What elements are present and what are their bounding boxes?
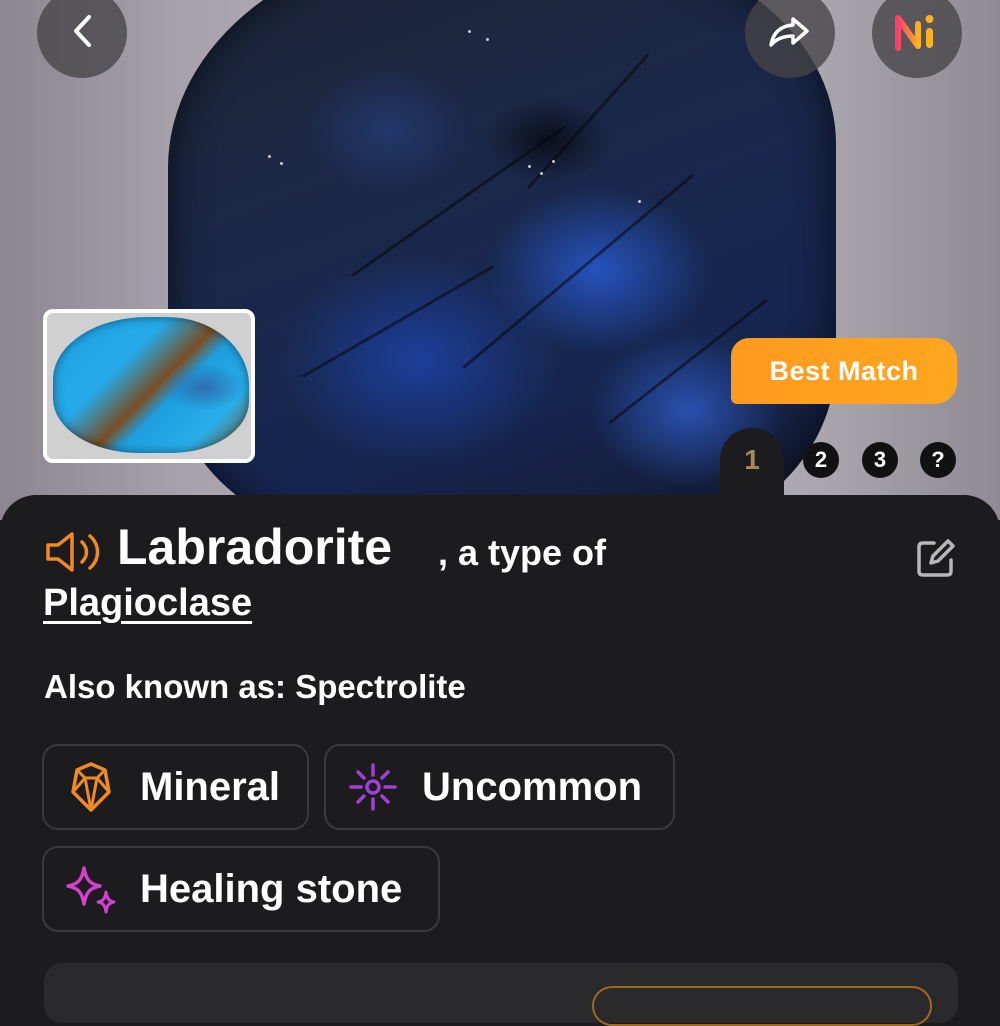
genus-link[interactable]: Plagioclase — [43, 582, 252, 625]
also-known-as-label: Also known as: — [44, 668, 287, 705]
sparkle-burst-icon — [348, 762, 398, 812]
reference-thumbnail[interactable] — [43, 309, 255, 463]
pager-item-2[interactable]: 2 — [803, 442, 839, 478]
details-card-button[interactable] — [592, 986, 932, 1026]
chevron-left-icon — [67, 11, 97, 55]
tag-label: Uncommon — [422, 764, 642, 809]
also-known-as: Also known as: Spectrolite — [44, 668, 466, 706]
tag-mineral[interactable]: Mineral — [42, 744, 309, 830]
tag-uncommon[interactable]: Uncommon — [324, 744, 675, 830]
crystal-icon — [66, 762, 116, 812]
edit-icon[interactable] — [914, 538, 956, 580]
ai-assistant-button[interactable] — [872, 0, 962, 78]
tag-healing-stone[interactable]: Healing stone — [42, 846, 440, 932]
reference-specimen-image — [53, 317, 249, 453]
type-of-text: , a type of — [438, 532, 607, 573]
hero-photo: Best Match — [0, 0, 1000, 520]
mineral-name: Labradorite — [117, 519, 393, 575]
speaker-icon[interactable] — [44, 530, 104, 574]
tag-label: Healing stone — [140, 866, 403, 911]
also-known-as-value: Spectrolite — [295, 668, 466, 705]
back-button[interactable] — [37, 0, 127, 78]
share-icon — [765, 11, 815, 55]
pager-item-3[interactable]: 3 — [862, 442, 898, 478]
sparkles-icon — [66, 864, 116, 914]
tag-label: Mineral — [140, 764, 281, 809]
ai-logo-icon — [892, 8, 942, 58]
best-match-badge: Best Match — [731, 338, 957, 404]
pager-item-1[interactable]: 1 — [734, 442, 770, 478]
pager-item-unknown[interactable]: ? — [920, 442, 956, 478]
